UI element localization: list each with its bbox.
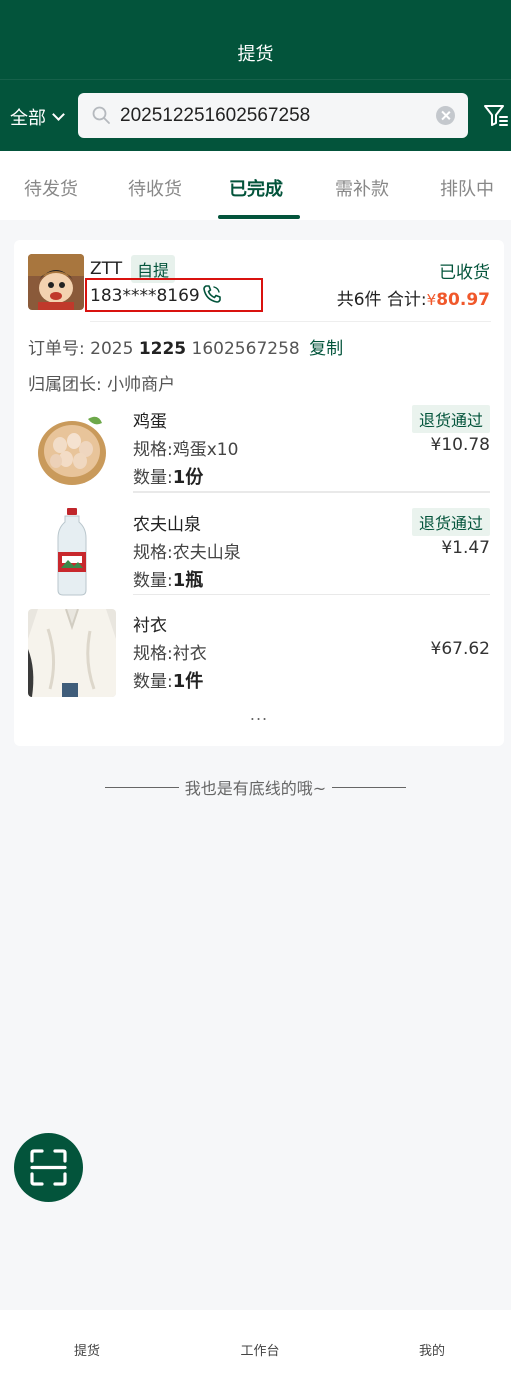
chevron-down-icon [52,108,65,121]
search-input[interactable] [120,93,420,138]
product-spec: 规格:鸡蛋x10 [133,440,239,460]
order-summary: 共6件 合计:¥80.97 [337,285,490,310]
qty-label: 数量: [133,468,173,488]
tab-need-payment[interactable]: 需补款 [335,175,389,201]
tab-pending-shipment[interactable]: 待发货 [24,175,78,201]
tab-pending-receipt[interactable]: 待收货 [128,175,182,201]
product-name: 鸡蛋 [133,412,167,432]
list-item[interactable]: 农夫山泉 规格:农夫山泉 数量:1瓶 退货通过 ¥1.47 [28,508,490,598]
scope-dropdown[interactable]: 全部 [10,104,65,130]
product-image-shirt [28,609,116,697]
item-count: 共6件 [336,290,382,310]
search-icon [92,106,110,124]
product-image-eggs [28,405,116,493]
leader-label: 归属团长: [28,375,102,395]
order-total: 80.97 [436,290,490,310]
order-card[interactable]: ZTT 自提 183****8169 已收货 共6件 合计:¥80.97 订单号… [14,240,504,746]
end-text: 我也是有底线的哦~ [184,779,327,798]
product-qty: 数量:1瓶 [133,566,203,592]
tab-completed[interactable]: 已完成 [229,175,283,201]
qty-value: 1件 [172,671,204,692]
product-price: ¥10.78 [430,435,490,455]
refund-status-tag: 退货通过 [411,405,490,433]
qty-value: 1瓶 [172,570,204,591]
product-name: 衬衣 [133,616,167,636]
page-title: 提货 [237,44,274,65]
list-item[interactable]: 鸡蛋 规格:鸡蛋x10 数量:1份 退货通过 ¥10.78 [28,405,490,495]
product-name: 农夫山泉 [133,515,201,535]
refund-status-tag: 退货通过 [411,508,490,536]
filter-icon[interactable] [483,102,509,128]
total-label: 合计: [386,290,427,310]
customer-name: ZTT [90,259,123,279]
list-item[interactable]: 衬衣 规格:衬衣 数量:1件 ¥67.62 [28,609,490,699]
product-qty: 数量:1件 [133,667,203,693]
order-number-row: 订单号: 2025 1225 1602567258 复制 [28,334,343,359]
qty-label: 数量: [133,571,173,591]
qty-value: 1份 [172,467,204,488]
status-tabs: 待发货 待收货 已完成 需补款 排队中 [0,151,511,220]
product-price: ¥67.62 [430,639,490,659]
copy-button[interactable]: 复制 [309,339,343,359]
header-divider [0,79,511,80]
tab-queueing[interactable]: 排队中 [440,175,494,201]
product-price: ¥1.47 [441,538,490,558]
top-bar: 提货 全部 [0,0,511,151]
nav-pickup[interactable]: 提货 [47,1340,127,1359]
nav-mine[interactable]: 我的 [392,1340,472,1359]
scope-label: 全部 [10,108,46,129]
item-divider [133,594,490,595]
leader-row: 归属团长: 小帅商户 [28,370,175,395]
order-no-label: 订单号: [28,339,85,359]
product-qty: 数量:1份 [133,463,203,489]
bottom-nav: 提货 工作台 我的 [0,1310,511,1380]
active-tab-indicator [218,215,300,219]
more-items-indicator[interactable]: ... [14,705,504,724]
qty-label: 数量: [133,672,173,692]
order-status: 已收货 [439,263,490,283]
item-divider [133,491,490,493]
search-box[interactable] [78,93,468,138]
phone-highlight-box [85,278,263,312]
order-no-bold: 1225 [138,339,187,359]
scan-button[interactable] [14,1133,83,1202]
product-image-water [28,508,116,596]
product-spec: 规格:农夫山泉 [133,543,241,563]
card-divider [90,321,491,322]
order-no-suffix: 1602567258 [191,339,300,359]
clear-icon[interactable] [436,106,455,125]
nav-workbench[interactable]: 工作台 [220,1340,300,1359]
currency-symbol: ¥ [426,291,437,309]
end-rule-left [104,786,179,788]
order-no-prefix: 2025 [90,339,134,359]
end-rule-right [332,786,407,788]
avatar [28,254,84,310]
product-spec: 规格:衬衣 [133,644,207,664]
end-of-list: 我也是有底线的哦~ [0,775,511,799]
leader-name: 小帅商户 [107,375,176,395]
scan-icon [30,1149,67,1186]
